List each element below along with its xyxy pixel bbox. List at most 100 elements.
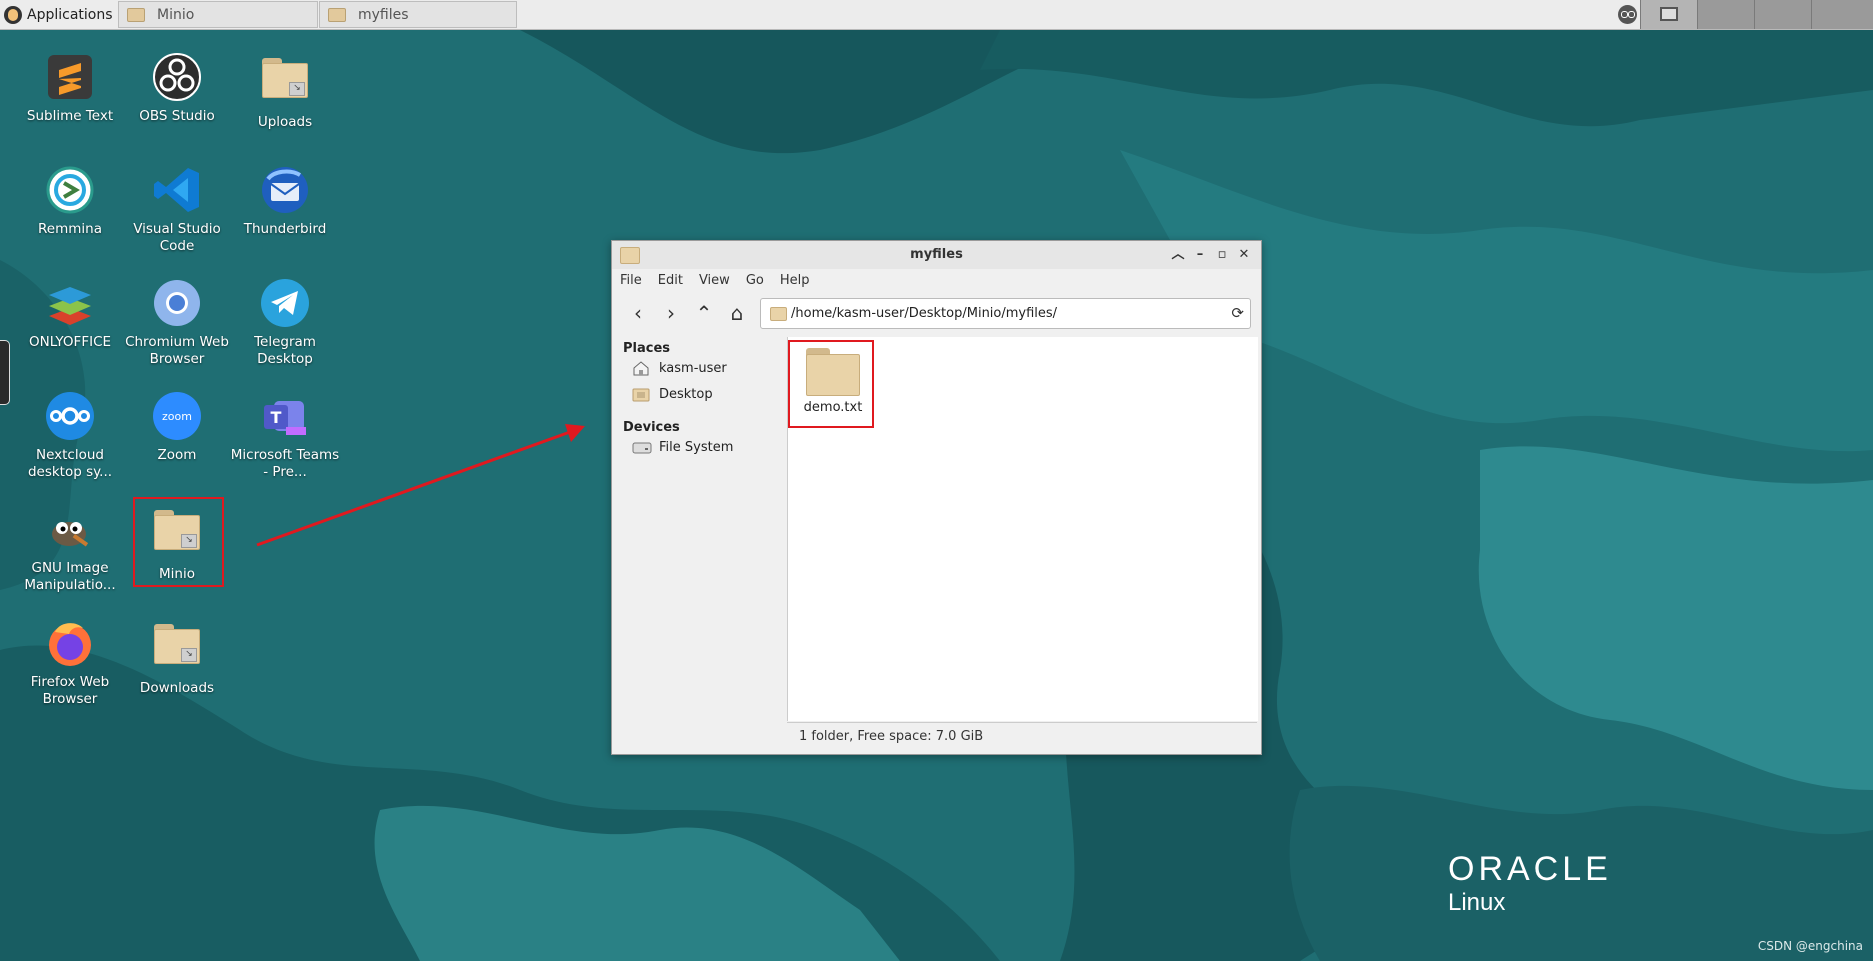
desktop-icon-chromium[interactable]: Chromium Web Browser bbox=[122, 278, 232, 368]
top-panel: Applications Minio myfiles bbox=[0, 0, 1873, 30]
highlight-box-demo bbox=[788, 340, 874, 428]
gimp-icon bbox=[45, 504, 95, 554]
svg-text:T: T bbox=[271, 408, 282, 427]
menu-file[interactable]: File bbox=[612, 269, 650, 293]
menu-help[interactable]: Help bbox=[772, 269, 818, 293]
desktop-icon-telegram[interactable]: Telegram Desktop bbox=[230, 278, 340, 368]
svg-text:zoom: zoom bbox=[162, 410, 192, 423]
obs-studio-icon bbox=[152, 52, 202, 102]
folder-link-icon: ↘ bbox=[152, 624, 202, 674]
menu-bar: File Edit View Go Help bbox=[612, 269, 1261, 293]
tray-extension-icon[interactable] bbox=[1618, 5, 1637, 24]
desktop-icon-remmina[interactable]: Remmina bbox=[15, 165, 125, 238]
desktop-icon-gimp[interactable]: GNU Image Manipulatio... bbox=[15, 504, 125, 594]
sidebar: Places kasm-user Desktop Devices File Sy… bbox=[612, 337, 786, 750]
nextcloud-icon bbox=[45, 391, 95, 441]
taskbar-task-label: myfiles bbox=[358, 6, 409, 23]
devices-heading: Devices bbox=[623, 420, 680, 435]
home-icon[interactable]: ⌂ bbox=[723, 299, 751, 327]
highlight-box-minio bbox=[133, 497, 224, 587]
desktop-icon-label: Downloads bbox=[139, 680, 215, 696]
desktop-icon-firefox[interactable]: Firefox Web Browser bbox=[15, 618, 125, 708]
desktop-icon-sublime-text[interactable]: Sublime Text bbox=[15, 52, 125, 125]
sidebar-item-label: File System bbox=[659, 439, 734, 455]
desktop-icon-nextcloud[interactable]: Nextcloud desktop sy... bbox=[15, 391, 125, 481]
thunderbird-icon bbox=[260, 165, 310, 215]
desktop-icon-label: Sublime Text bbox=[26, 108, 114, 124]
watermark: CSDN @engchina bbox=[1757, 939, 1863, 953]
location-bar[interactable]: /home/kasm-user/Desktop/Minio/myfiles/ ⟳ bbox=[760, 298, 1251, 329]
menu-view[interactable]: View bbox=[691, 269, 738, 293]
desktop-icon-thunderbird[interactable]: Thunderbird bbox=[230, 165, 340, 238]
desktop-icon-label: Remmina bbox=[38, 221, 102, 237]
desktop-icon bbox=[632, 386, 650, 402]
menu-go[interactable]: Go bbox=[738, 269, 772, 293]
location-toolbar: ‹ › ⌃ ⌂ /home/kasm-user/Desktop/Minio/my… bbox=[612, 294, 1261, 334]
file-view[interactable]: demo.txt bbox=[787, 337, 1258, 721]
remmina-icon bbox=[45, 165, 95, 215]
drive-icon bbox=[632, 439, 652, 455]
sublime-text-icon bbox=[45, 52, 95, 102]
workspace-1[interactable] bbox=[1640, 0, 1697, 29]
workspace-4[interactable] bbox=[1811, 0, 1873, 29]
folder-icon bbox=[770, 307, 787, 321]
file-manager-window[interactable]: myfiles ︿ – ▫ ✕ File Edit View Go Help ‹ › ⌃… bbox=[611, 240, 1262, 755]
desktop-icon-label: Uploads bbox=[257, 114, 313, 130]
places-heading: Places bbox=[623, 341, 671, 356]
desktop-icon-downloads[interactable]: ↘ Downloads bbox=[122, 618, 232, 697]
oracle-brand-subtext: Linux bbox=[1448, 889, 1506, 916]
desktop-icon-label: Firefox Web Browser bbox=[30, 674, 110, 707]
desktop-icon-uploads[interactable]: ↘ Uploads bbox=[230, 52, 340, 131]
taskbar-task-label: Minio bbox=[157, 6, 195, 23]
desktop-icon-label: ONLYOFFICE bbox=[28, 334, 112, 350]
close-button[interactable]: ✕ bbox=[1235, 246, 1253, 264]
back-icon[interactable]: ‹ bbox=[624, 299, 652, 327]
sidebar-item-kasm-user[interactable]: kasm-user bbox=[632, 356, 727, 380]
desktop-icon-label: Zoom bbox=[157, 447, 197, 463]
folder-icon bbox=[127, 7, 145, 22]
sidebar-item-file-system[interactable]: File System bbox=[632, 435, 733, 459]
shade-button[interactable]: ︿ bbox=[1169, 246, 1187, 264]
desktop-icon-label: Chromium Web Browser bbox=[125, 334, 229, 367]
menu-edit[interactable]: Edit bbox=[650, 269, 691, 293]
oracle-brand-text: ORACLE bbox=[1448, 850, 1612, 888]
desktop-icon-vscode[interactable]: Visual Studio Code bbox=[122, 165, 232, 255]
maximize-button[interactable]: ▫ bbox=[1213, 246, 1231, 264]
desktop-icon-zoom[interactable]: zoom Zoom bbox=[122, 391, 232, 464]
firefox-icon bbox=[45, 618, 95, 668]
desktop-icon-onlyoffice[interactable]: ONLYOFFICE bbox=[15, 278, 125, 351]
forward-icon[interactable]: › bbox=[657, 299, 685, 327]
home-icon bbox=[632, 360, 650, 376]
desktop-icon-label: OBS Studio bbox=[139, 108, 215, 124]
desktop-icon-teams[interactable]: T Microsoft Teams - Pre... bbox=[230, 391, 340, 481]
sidebar-item-label: kasm-user bbox=[659, 360, 727, 376]
vscode-icon bbox=[152, 165, 202, 215]
desktop-icon-obs-studio[interactable]: OBS Studio bbox=[122, 52, 232, 125]
desktop-icon-label: Visual Studio Code bbox=[133, 221, 221, 254]
desktop-icon-label: Nextcloud desktop sy... bbox=[27, 447, 113, 480]
folder-icon bbox=[328, 7, 346, 22]
side-panel-handle[interactable] bbox=[0, 340, 10, 405]
status-bar: 1 folder, Free space: 7.0 GiB bbox=[787, 722, 1257, 750]
applications-menu-icon bbox=[4, 5, 22, 24]
location-path[interactable]: /home/kasm-user/Desktop/Minio/myfiles/ bbox=[791, 299, 1057, 328]
chromium-icon bbox=[152, 278, 202, 328]
onlyoffice-icon bbox=[45, 278, 95, 328]
up-icon[interactable]: ⌃ bbox=[690, 299, 718, 327]
window-preview-icon bbox=[1660, 7, 1678, 21]
desktop-icon-label: Telegram Desktop bbox=[254, 334, 316, 367]
taskbar-task-myfiles[interactable]: myfiles bbox=[319, 1, 517, 28]
telegram-icon bbox=[260, 278, 310, 328]
desktop-icon-label: GNU Image Manipulatio... bbox=[24, 560, 116, 593]
workspace-3[interactable] bbox=[1754, 0, 1811, 29]
applications-menu[interactable]: Applications bbox=[0, 0, 113, 29]
desktop-icon-label: Thunderbird bbox=[243, 221, 327, 237]
reload-icon[interactable]: ⟳ bbox=[1231, 299, 1244, 328]
desktop-icon-label: Microsoft Teams - Pre... bbox=[230, 447, 340, 480]
sidebar-item-desktop[interactable]: Desktop bbox=[632, 382, 713, 406]
window-titlebar[interactable]: myfiles ︿ – ▫ ✕ bbox=[612, 241, 1261, 269]
oracle-linux-logo: ORACLE Linux bbox=[1448, 851, 1612, 917]
workspace-2[interactable] bbox=[1697, 0, 1754, 29]
taskbar-task-minio[interactable]: Minio bbox=[118, 1, 318, 28]
minimize-button[interactable]: – bbox=[1191, 246, 1209, 264]
